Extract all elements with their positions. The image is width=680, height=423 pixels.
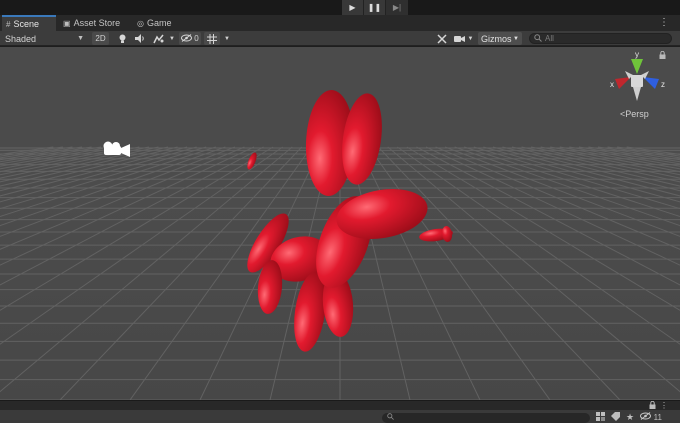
tab-asset-store[interactable]: ▣ Asset Store bbox=[59, 15, 131, 31]
favorites-star-icon[interactable]: ★ bbox=[626, 412, 634, 423]
scene-canvas[interactable]: y x z bbox=[0, 47, 680, 400]
play-button[interactable]: ▶ bbox=[342, 0, 364, 15]
lighting-toggle-icon[interactable] bbox=[116, 32, 128, 45]
axis-label-z: z bbox=[661, 80, 665, 89]
filter-by-type-icon[interactable] bbox=[596, 412, 605, 423]
grid-toggle-icon[interactable] bbox=[204, 32, 220, 45]
draw-mode-value: Shaded bbox=[5, 33, 37, 44]
camera-settings-icon[interactable] bbox=[452, 32, 466, 45]
gizmos-dropdown[interactable]: Gizmos ▼ bbox=[478, 32, 522, 45]
tab-scene[interactable]: # Scene bbox=[2, 15, 56, 31]
axis-label-y: y bbox=[635, 50, 639, 59]
step-button[interactable]: ▶| bbox=[386, 0, 408, 15]
tab-options-menu-icon[interactable]: ⋮ bbox=[659, 17, 669, 28]
scene-grid-icon: # bbox=[6, 19, 11, 29]
draw-mode-dropdown[interactable]: Shaded ▼ bbox=[1, 32, 87, 45]
chevron-down-icon: ▼ bbox=[77, 35, 84, 42]
tab-scene-label: Scene bbox=[13, 19, 39, 29]
scene-visibility-toggle[interactable]: 0 bbox=[179, 32, 201, 45]
gizmos-label: Gizmos bbox=[481, 33, 512, 44]
search-icon bbox=[534, 33, 542, 44]
play-controls: ▶ ❚❚ ▶| bbox=[342, 0, 408, 15]
bottom-search-input[interactable] bbox=[382, 413, 590, 423]
hidden-packages-toggle[interactable]: 11 bbox=[640, 412, 662, 423]
gizmo-lock-icon[interactable] bbox=[659, 50, 666, 61]
scene-search-input[interactable]: All bbox=[529, 33, 672, 44]
audio-toggle-icon[interactable] bbox=[133, 32, 147, 45]
camera-dropdown-chevron-icon[interactable]: ▼ bbox=[466, 32, 475, 45]
tab-game[interactable]: ◎ Game bbox=[133, 15, 179, 31]
projection-mode-toggle[interactable]: <Persp bbox=[620, 109, 649, 119]
hidden-eye-icon bbox=[640, 412, 654, 422]
effects-dropdown-chevron-icon[interactable]: ▼ bbox=[167, 32, 177, 45]
effects-toggle-icon[interactable] bbox=[151, 32, 165, 45]
scene-viewport[interactable]: y x z bbox=[0, 47, 680, 400]
tools-icon[interactable] bbox=[435, 32, 448, 45]
visible-count: 11 bbox=[653, 413, 662, 422]
chevron-down-icon: ▼ bbox=[513, 35, 519, 42]
tab-asset-store-label: Asset Store bbox=[73, 18, 121, 28]
projection-cube-icon[interactable] bbox=[631, 75, 643, 87]
bottom-panel-header: ⋮ bbox=[0, 400, 680, 410]
asset-store-icon: ▣ bbox=[63, 18, 71, 28]
filter-by-label-icon[interactable] bbox=[611, 412, 620, 423]
pause-button[interactable]: ❚❚ bbox=[364, 0, 386, 15]
bottom-panel-toolbar: ★ 11 bbox=[0, 410, 680, 423]
search-icon bbox=[387, 413, 394, 422]
scene-toolbar: Shaded ▼ 2D ▼ 0 ▼ ▼ Gizmos ▼ All bbox=[0, 31, 680, 46]
axis-label-x: x bbox=[610, 80, 614, 89]
grid-dropdown-chevron-icon[interactable]: ▼ bbox=[222, 32, 232, 45]
window-tab-bar: # Scene ▣ Asset Store ◎ Game ⋮ bbox=[0, 15, 680, 31]
hidden-objects-count: 0 bbox=[194, 34, 199, 43]
projection-label: Persp bbox=[625, 109, 649, 119]
search-placeholder: All bbox=[545, 34, 554, 43]
tab-game-label: Game bbox=[146, 18, 172, 28]
game-controller-icon: ◎ bbox=[137, 18, 144, 28]
play-toolbar: ▶ ❚❚ ▶| bbox=[0, 0, 680, 15]
hidden-eye-icon bbox=[181, 33, 193, 44]
toggle-2d-button[interactable]: 2D bbox=[92, 32, 109, 45]
